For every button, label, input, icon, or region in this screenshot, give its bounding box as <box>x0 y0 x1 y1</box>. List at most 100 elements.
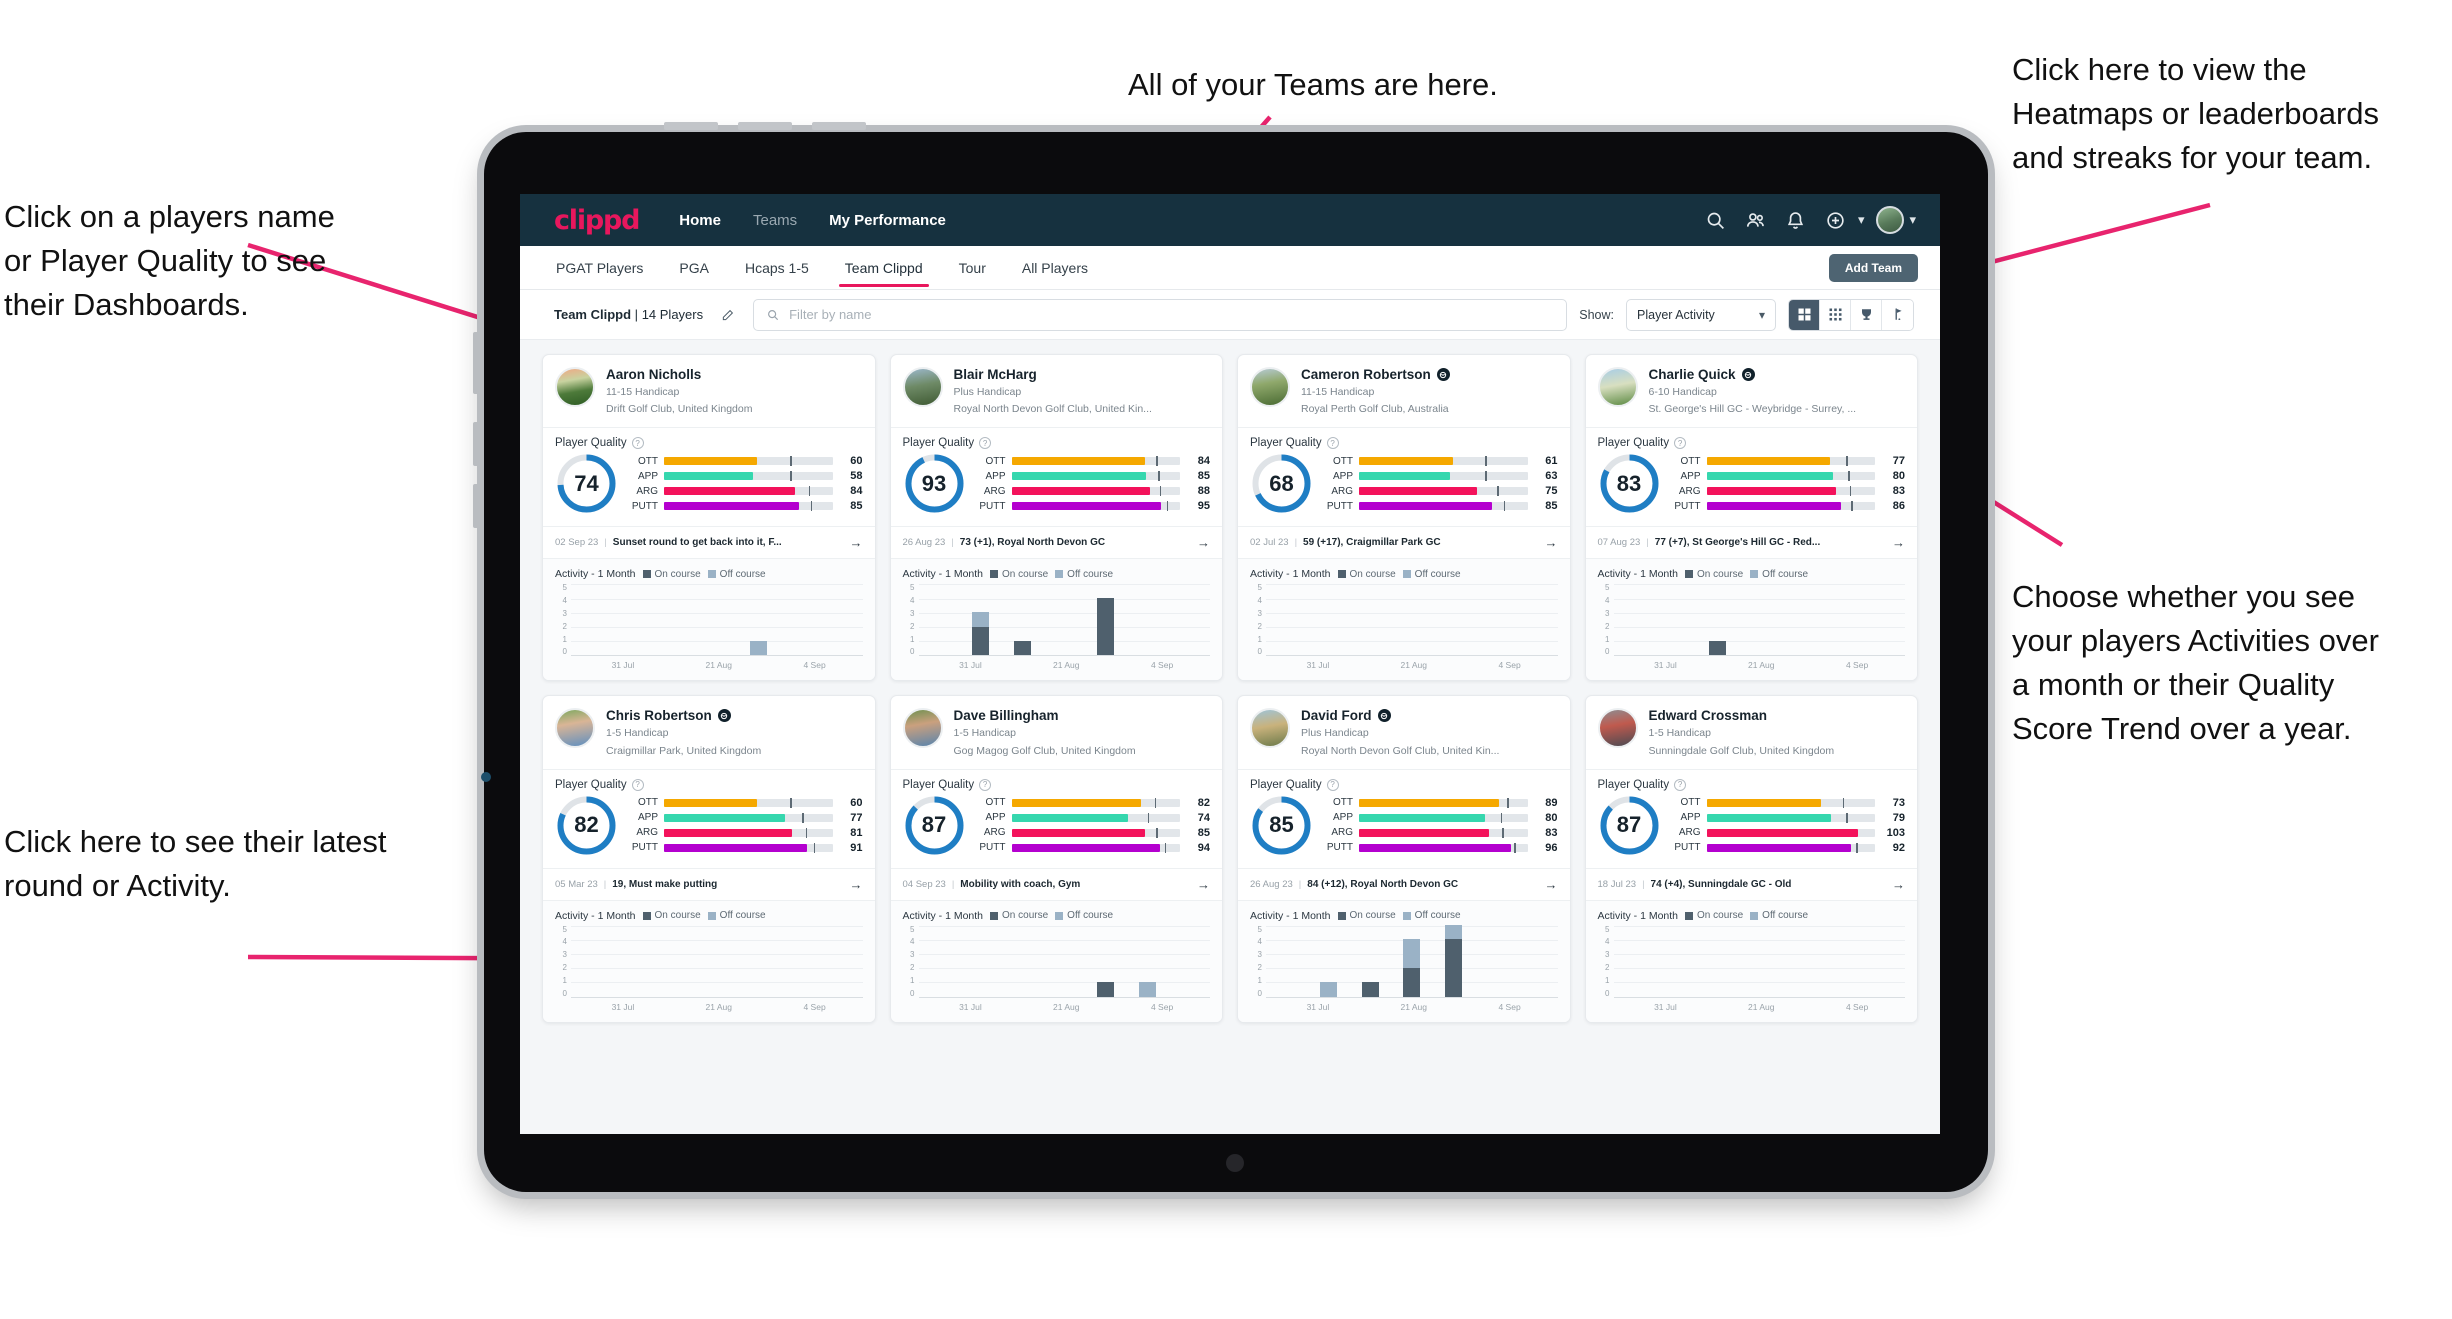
arrow-right-icon[interactable]: → <box>1545 877 1558 892</box>
player-handicap: 11-15 Handicap <box>1301 386 1375 398</box>
people-icon[interactable] <box>1739 203 1773 237</box>
player-name[interactable]: Charlie Quick <box>1649 367 1857 382</box>
player-name[interactable]: Dave Billingham <box>954 708 1136 723</box>
player-card-header[interactable]: Aaron Nicholls 11-15 Handicap Drift Golf C… <box>543 355 875 427</box>
help-icon[interactable]: ? <box>979 437 992 450</box>
quality-row: 83 OTT 77 APP 80 ARG 83 PUTT 86 <box>1598 452 1905 515</box>
chart-bar-column <box>1127 982 1169 997</box>
player-quality-section[interactable]: Player Quality? 68 OTT 61 APP 63 ARG 75 PUTT 85 <box>1238 427 1570 526</box>
help-icon[interactable]: ? <box>1326 778 1339 791</box>
player-quality-section[interactable]: Player Quality? 82 OTT 60 APP 77 ARG 81 PUTT 91 <box>543 768 875 868</box>
metric-track <box>1359 456 1528 467</box>
player-quality-section[interactable]: Player Quality? 83 OTT 77 APP 80 ARG 83 PUTT 86 <box>1585 427 1917 526</box>
player-card-header[interactable]: David Ford Plus Handicap Royal North Devon… <box>1238 696 1570 768</box>
latest-round-row[interactable]: 04 Sep 23 | Mobility with coach, Gym → <box>890 867 1222 900</box>
latest-round-row[interactable]: 18 Jul 23 | 74 (+4), Sunningdale GC - Old → <box>1585 867 1917 900</box>
player-quality-label: Player Quality <box>902 778 975 791</box>
arrow-right-icon[interactable]: → <box>1545 535 1558 550</box>
tablet-side-button-3 <box>473 484 481 528</box>
nav-link-teams[interactable]: Teams <box>753 212 797 229</box>
chart-plot-area <box>1613 584 1905 657</box>
player-quality-section[interactable]: Player Quality? 93 OTT 84 APP 85 ARG 88 PUTT 95 <box>890 427 1222 526</box>
player-card[interactable]: Edward Crossman 1-5 Handicap Sunningdale G… <box>1584 695 1918 1023</box>
player-name[interactable]: David Ford <box>1301 708 1499 723</box>
avatar-chevron-down-icon[interactable]: ▾ <box>1909 212 1916 228</box>
x-axis: 31 Jul 21 Aug 4 Sep <box>1598 660 1906 670</box>
latest-round-row[interactable]: 26 Aug 23 | 73 (+1), Royal North Devon GC → <box>890 526 1222 558</box>
arrow-right-icon[interactable]: → <box>1197 877 1210 892</box>
table-view-button[interactable] <box>1820 299 1851 330</box>
metric-benchmark-tick <box>1842 797 1845 808</box>
bell-icon[interactable] <box>1779 203 1813 237</box>
player-card-header[interactable]: Cameron Robertson 11-15 Handicap Royal Per… <box>1238 355 1570 427</box>
player-card[interactable]: Blair McHarg Plus Handicap Royal North Dev… <box>889 354 1223 682</box>
tab-pga[interactable]: PGA <box>677 248 711 287</box>
player-quality-section[interactable]: Player Quality? 85 OTT 89 APP 80 ARG 83 PUTT 96 <box>1238 768 1570 868</box>
arrow-right-icon[interactable]: → <box>850 535 863 550</box>
nav-link-home[interactable]: Home <box>679 212 721 229</box>
player-card[interactable]: Cameron Robertson 11-15 Handicap Royal Per… <box>1237 354 1571 682</box>
player-card[interactable]: Dave Billingham 1-5 Handicap Gog Magog Gol… <box>889 695 1223 1023</box>
player-name[interactable]: Blair McHarg <box>954 367 1152 382</box>
help-icon[interactable]: ? <box>1674 778 1687 791</box>
arrow-right-icon[interactable]: → <box>850 877 863 892</box>
arrow-right-icon[interactable]: → <box>1892 877 1905 892</box>
player-name-text: Edward Crossman <box>1648 708 1768 724</box>
search-input[interactable]: Filter by name <box>753 298 1568 331</box>
metric-track <box>1706 501 1875 512</box>
latest-round-row[interactable]: 02 Sep 23 | Sunset round to get back into … <box>543 526 875 558</box>
player-card[interactable]: David Ford Plus Handicap Royal North Devon… <box>1237 695 1571 1023</box>
latest-round-row[interactable]: 02 Jul 23 | 59 (+17), Craigmillar Park GC → <box>1238 526 1570 558</box>
legend-label: On course <box>1349 910 1396 922</box>
activity-bar-chart: 5 4 3 2 1 0 <box>1250 584 1558 657</box>
help-icon[interactable]: ? <box>631 778 644 791</box>
metric-value: 80 <box>1545 811 1558 824</box>
player-card-header[interactable]: Chris Robertson 1-5 Handicap Craigmillar P… <box>543 696 875 768</box>
player-name[interactable]: Cameron Robertson <box>1301 367 1450 382</box>
player-quality-section[interactable]: Player Quality? 87 OTT 82 APP 74 ARG 85 PUTT 94 <box>890 768 1222 868</box>
quality-score-donut: 68 <box>1250 452 1313 515</box>
y-tick-label: 4 <box>562 596 567 606</box>
latest-round-row[interactable]: 26 Aug 23 | 84 (+12), Royal North Devon GC… <box>1238 867 1570 900</box>
nav-link-my-performance[interactable]: My Performance <box>829 212 946 229</box>
player-name[interactable]: Aaron Nicholls <box>606 367 752 382</box>
help-icon[interactable]: ? <box>631 437 644 450</box>
clippd-logo[interactable]: clippd <box>554 205 641 236</box>
tab-tour[interactable]: Tour <box>957 248 988 287</box>
player-card-header[interactable]: Blair McHarg Plus Handicap Royal North Dev… <box>891 355 1223 427</box>
tab-team-clippd[interactable]: Team Clippd <box>838 248 929 287</box>
player-card[interactable]: Chris Robertson 1-5 Handicap Craigmillar P… <box>542 695 876 1023</box>
search-icon[interactable] <box>1699 203 1733 237</box>
add-team-button[interactable]: Add Team <box>1828 254 1918 282</box>
player-name[interactable]: Edward Crossman <box>1649 708 1835 723</box>
player-card[interactable]: Charlie Quick 6-10 Handicap St. George's H… <box>1584 354 1918 682</box>
help-icon[interactable]: ? <box>1674 437 1687 450</box>
player-card-header[interactable]: Charlie Quick 6-10 Handicap St. George's H… <box>1586 355 1918 427</box>
player-name-text: Dave Billingham <box>953 708 1059 724</box>
player-card-header[interactable]: Edward Crossman 1-5 Handicap Sunningdale G… <box>1586 696 1918 768</box>
arrow-right-icon[interactable]: → <box>1197 535 1210 550</box>
tab-hcaps-1-5[interactable]: Hcaps 1-5 <box>743 248 811 287</box>
latest-round-date: 02 Sep 23 <box>555 537 599 549</box>
show-select[interactable]: Player Activity ▾ <box>1626 298 1776 331</box>
player-quality-section[interactable]: Player Quality? 87 OTT 73 APP 79 ARG 103 PUTT 92 <box>1585 768 1917 868</box>
y-tick-label: 1 <box>562 634 567 644</box>
tab-pgat-players[interactable]: PGAT Players <box>554 248 645 287</box>
trophy-view-button[interactable] <box>1851 299 1882 330</box>
player-card[interactable]: Aaron Nicholls 11-15 Handicap Drift Golf C… <box>542 354 876 682</box>
avatar[interactable] <box>1876 206 1905 234</box>
arrow-right-icon[interactable]: → <box>1892 535 1905 550</box>
edit-pencil-icon[interactable] <box>715 302 741 328</box>
grid-view-button[interactable] <box>1789 299 1820 330</box>
player-card-header[interactable]: Dave Billingham 1-5 Handicap Gog Magog Gol… <box>891 696 1223 768</box>
tab-all-players[interactable]: All Players <box>1020 248 1090 287</box>
help-icon[interactable]: ? <box>1326 437 1339 450</box>
latest-round-row[interactable]: 05 Mar 23 | 19, Must make putting → <box>543 867 875 900</box>
add-circle-icon[interactable] <box>1819 203 1853 237</box>
player-quality-section[interactable]: Player Quality? 74 OTT 60 APP 58 ARG 84 PUTT 85 <box>543 427 875 526</box>
flag-view-button[interactable] <box>1882 299 1913 330</box>
latest-round-row[interactable]: 07 Aug 23 | 77 (+7), St George's Hill GC -… <box>1585 526 1917 558</box>
help-icon[interactable]: ? <box>979 778 992 791</box>
player-name[interactable]: Chris Robertson <box>606 708 761 723</box>
add-chevron-down-icon[interactable]: ▾ <box>1858 212 1865 228</box>
